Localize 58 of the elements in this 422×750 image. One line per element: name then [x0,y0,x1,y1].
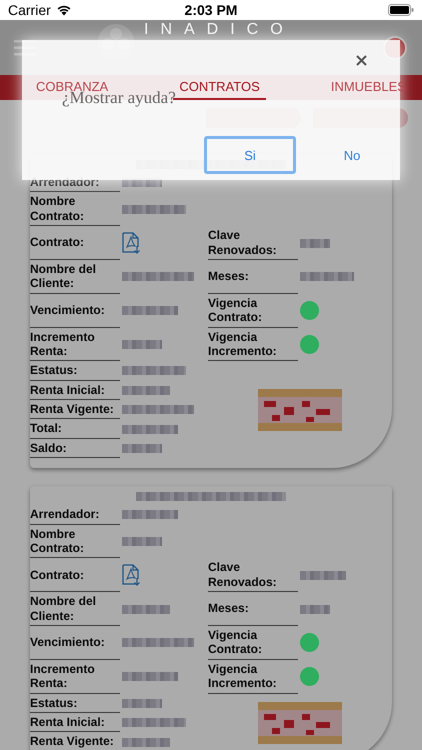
field-label: Meses: [208,592,298,626]
redacted-value [122,604,170,614]
carrier-name: Carrier [8,2,51,18]
redacted-value [122,698,162,708]
field-label: Saldo: [30,438,120,458]
field-label: Nombre del Cliente: [30,592,120,626]
field-label: Nombre Contrato: [30,192,120,226]
field-label: Renta Vigente: [30,732,120,750]
field-label: Nombre del Cliente: [30,260,120,294]
dialog-button[interactable]: Si [204,136,296,174]
redacted-value [300,238,330,248]
redacted-value [300,604,330,614]
redacted-value [122,718,186,728]
field-label: Total: [30,419,120,439]
clock-time: 2:03 PM [184,2,238,18]
redacted-value [122,638,194,648]
dialog-button[interactable]: No [306,136,398,174]
redacted-value [122,738,170,747]
redacted-value [122,204,186,214]
field-label: Clave Renovados: [208,558,298,592]
field-label: Renta Vigente: [30,400,120,420]
field-label: Estatus: [30,361,120,381]
field-label: Vigencia Incremento: [208,660,298,694]
pdf-download-icon[interactable] [122,232,140,254]
redacted-value [122,366,186,376]
battery-icon [388,4,414,16]
field-label: Vencimiento: [30,294,120,328]
field-label: Contrato: [30,558,120,592]
field-label: Estatus: [30,694,120,713]
field-label: Meses: [208,260,298,294]
redacted-value [122,424,178,434]
field-label: Arrendador: [30,505,120,525]
redacted-value [122,537,162,546]
redacted-value [122,444,162,454]
field-label: Vencimiento: [30,626,120,660]
field-label: Contrato: [30,226,120,260]
field-label: Vigencia Contrato: [208,294,298,328]
redacted-value [122,386,170,395]
field-label: Vigencia Contrato: [208,626,298,660]
redacted-value [122,306,178,316]
redacted-value [300,570,346,580]
redacted-value [122,405,194,414]
field-label: Clave Renovados: [208,226,298,260]
field-label: Incremento Renta: [30,328,120,362]
redacted-value [300,272,354,282]
wifi-icon [56,4,72,16]
logo-text: INADICO [144,22,295,38]
redacted-value [122,510,178,520]
redacted-value [122,340,162,349]
field-label: Renta Inicial: [30,712,120,732]
field-label: Incremento Renta: [30,660,120,694]
field-label: Vigencia Incremento: [208,328,298,362]
redacted-value [122,672,178,682]
close-icon[interactable] [356,55,367,66]
field-label: Nombre Contrato: [30,524,120,558]
redacted-value [122,272,194,282]
field-label: Renta Inicial: [30,380,120,400]
pdf-download-icon[interactable] [122,564,140,586]
